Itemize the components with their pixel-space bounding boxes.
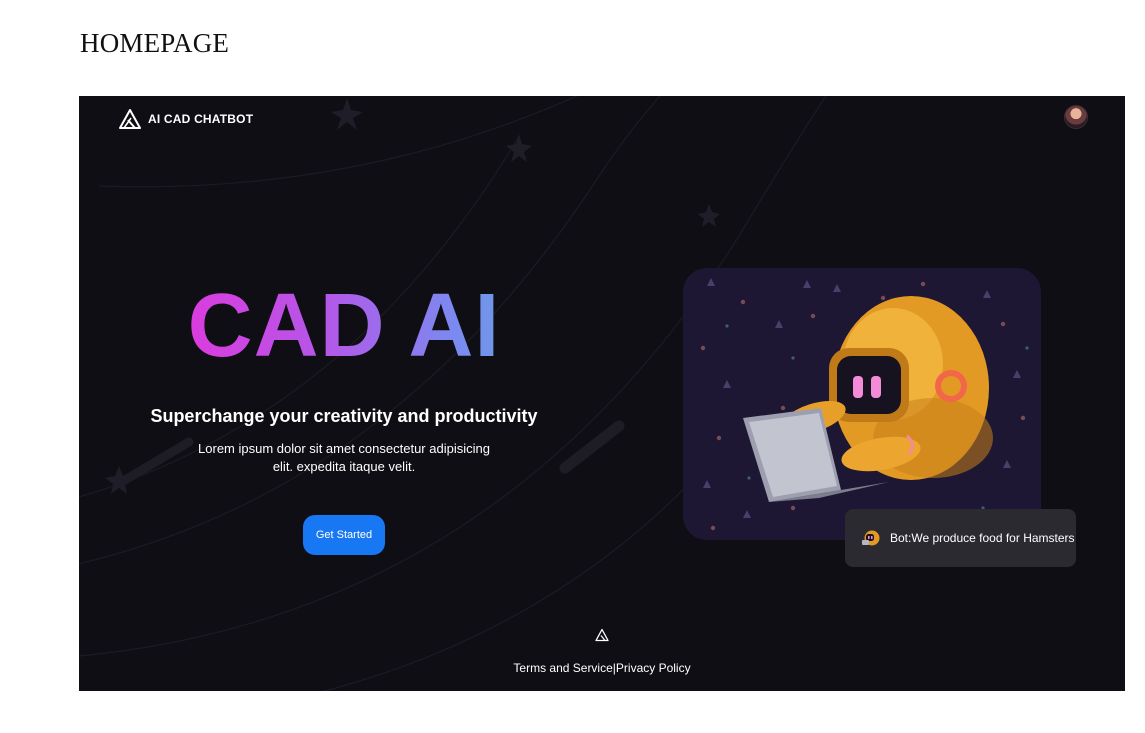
hero-title: CAD AI	[119, 274, 569, 379]
footer-logo-icon	[595, 628, 609, 642]
brand-name: AI CAD CHATBOT	[148, 112, 254, 126]
triangle-logo-icon	[119, 109, 141, 129]
robot-with-laptop-image	[683, 268, 1041, 540]
chat-bubble: Bot:We produce food for Hamsters	[845, 509, 1076, 567]
page-heading: HOMEPAGE	[80, 28, 230, 58]
bot-avatar-icon	[862, 530, 880, 546]
chat-message: Bot:We produce food for Hamsters	[890, 531, 1075, 545]
footer-links: Terms and Service|Privacy Policy	[79, 661, 1125, 675]
user-avatar[interactable]	[1065, 106, 1087, 128]
brand[interactable]: AI CAD CHATBOT	[119, 108, 253, 130]
privacy-link[interactable]: Privacy Policy	[616, 661, 691, 675]
get-started-button[interactable]: Get Started	[303, 515, 385, 555]
hero-subtitle: Superchange your creativity and producti…	[150, 406, 538, 426]
terms-link[interactable]: Terms and Service	[513, 661, 612, 675]
app-screen: AI CAD CHATBOT CAD AI Superchange your c…	[79, 96, 1125, 691]
hero-description: Lorem ipsum dolor sit amet consectetur a…	[198, 441, 490, 474]
hero-section: CAD AI Superchange your creativity and p…	[119, 274, 569, 476]
